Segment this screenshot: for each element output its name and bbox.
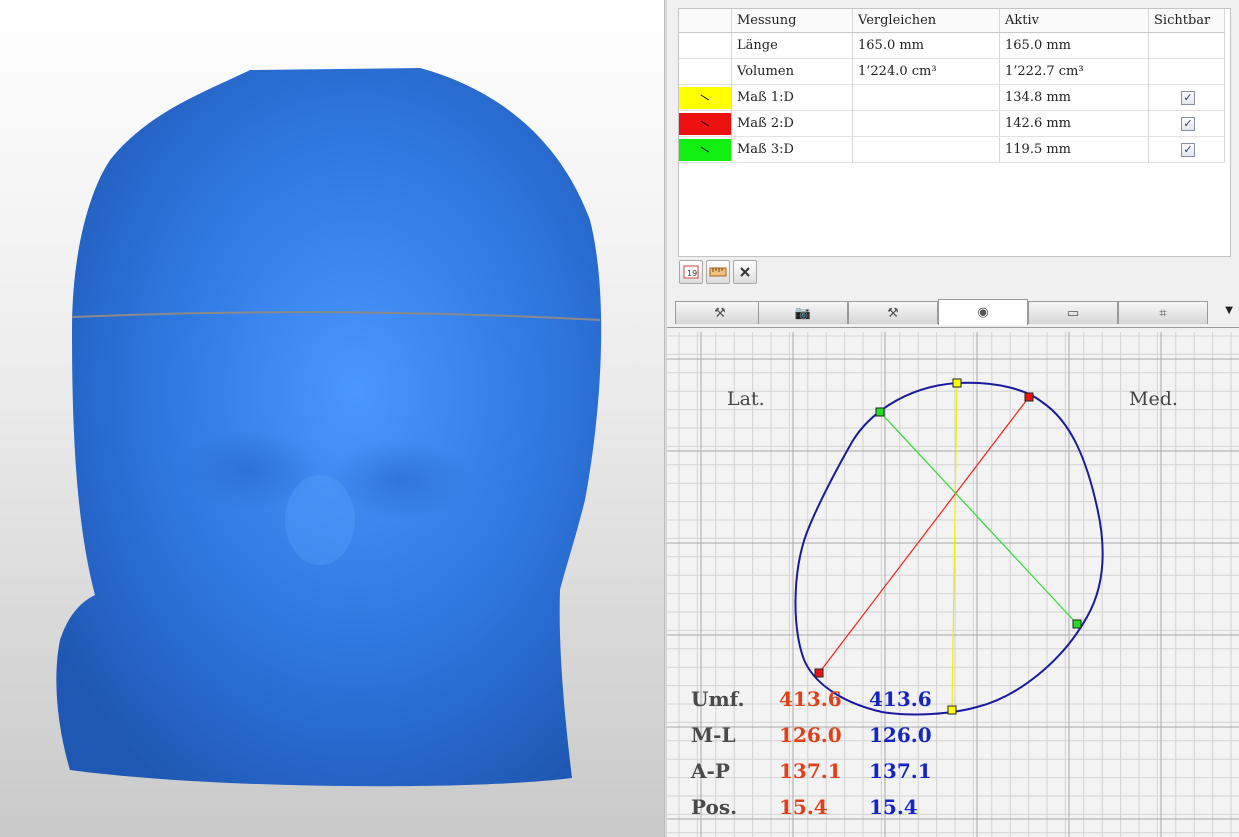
measure-handle[interactable] [814,668,824,678]
line-glyph-icon: \ [699,143,711,156]
visible-checkbox[interactable]: ✓ [1181,90,1195,105]
visible-checkbox[interactable]: ✓ [1181,116,1195,131]
cell-name: Maß 2:D [731,110,853,137]
tool-tab-bar: ⚒ 📷 ⚒ ◉ ▭ ⌗ ▼ [667,297,1239,328]
cell-active: 142.6 mm [999,110,1149,137]
right-panel: Messung Vergleichen Aktiv Sichtbar Länge… [667,0,1239,837]
ruler-icon[interactable] [706,260,730,284]
measure-handle[interactable] [1024,392,1034,402]
cell-visible: ✓ [1148,84,1225,111]
table-header-row: Messung Vergleichen Aktiv Sichtbar [679,9,1225,33]
line-glyph-icon: \ [699,117,711,130]
label-medial: Med. [1129,388,1178,410]
measurement-compare-value: 126.0 [779,723,842,747]
cross-section-view[interactable]: Lat. Med. Umf. 413.6 413.6 M-L 126.0 126.0 A-P… [667,332,1239,837]
visible-checkbox[interactable]: ✓ [1181,142,1195,157]
measurement-active-value: 137.1 [869,759,932,783]
line-glyph-icon: \ [699,91,711,104]
col-color[interactable] [679,9,732,33]
label-lateral: Lat. [727,388,765,410]
table-row[interactable]: Länge 165.0 mm 165.0 mm [679,32,1225,59]
measurement-toolbar: 19 [679,260,757,284]
cell-color: \ [679,136,732,163]
tab-cylinder[interactable]: ◉ [938,299,1028,325]
measurement-row: M-L 126.0 126.0 [691,720,959,750]
measurement-row: Umf. 413.6 413.6 [691,684,959,714]
tab-tools[interactable]: ⚒ [675,301,765,324]
measurement-label: A-P [691,759,730,783]
measurement-label: Pos. [691,795,738,819]
head-surface [56,68,602,787]
table-row[interactable]: \ Maß 2:D 142.6 mm ✓ [679,110,1225,137]
cell-compare [852,110,1000,137]
cell-active: 1’222.7 cm³ [999,58,1149,85]
cell-compare [852,136,1000,163]
measure-handle[interactable] [1072,619,1082,629]
measure-handle[interactable] [952,378,962,388]
measurement-label: Umf. [691,687,745,711]
tools-icon: ⚒ [714,305,726,321]
delete-icon[interactable] [733,260,757,284]
svg-text:19: 19 [687,269,697,278]
nose-highlight [285,475,355,565]
section-contour[interactable] [794,381,1104,716]
cell-compare: 165.0 mm [852,32,1000,59]
color-swatch[interactable]: \ [679,138,731,161]
tab-tree[interactable]: ⌗ [1118,301,1208,324]
cell-active: 165.0 mm [999,32,1149,59]
measure-icon[interactable]: 19 [679,260,703,284]
measurement-label: M-L [691,723,736,747]
tab-menu-arrow-icon[interactable]: ▼ [1225,305,1233,316]
cylinder-icon: ◉ [977,305,989,320]
tab-note[interactable]: ▭ [1028,301,1118,324]
camera-icon: 📷 [794,305,812,321]
3d-viewport[interactable] [0,0,664,837]
measurement-row: Pos. 15.4 15.4 [691,792,959,822]
measurement-active-value: 413.6 [869,687,932,711]
color-swatch[interactable]: \ [679,86,731,109]
measurement-active-value: 126.0 [869,723,932,747]
cell-name: Länge [731,32,853,59]
measurement-row: A-P 137.1 137.1 [691,756,959,786]
cell-name: Maß 3:D [731,136,853,163]
head-model[interactable] [0,0,664,837]
measurements-table: Messung Vergleichen Aktiv Sichtbar Länge… [678,8,1231,257]
measurement-compare-value: 413.6 [779,687,842,711]
table-row[interactable]: Volumen 1’224.0 cm³ 1’222.7 cm³ [679,58,1225,85]
cell-active: 134.8 mm [999,84,1149,111]
cell-color: \ [679,110,732,137]
tree-icon: ⌗ [1159,305,1167,321]
cell-color [679,58,732,85]
hammer-icon: ⚒ [887,305,899,321]
cell-visible [1148,58,1225,85]
cell-color [679,32,732,59]
cell-compare: 1’224.0 cm³ [852,58,1000,85]
col-messung[interactable]: Messung [731,9,853,33]
cell-visible [1148,32,1225,59]
color-swatch[interactable]: \ [679,112,731,135]
table-row[interactable]: \ Maß 1:D 134.8 mm ✓ [679,84,1225,111]
tab-camera[interactable]: 📷 [758,301,848,324]
table-row[interactable]: \ Maß 3:D 119.5 mm ✓ [679,136,1225,163]
cell-active: 119.5 mm [999,136,1149,163]
cell-visible: ✓ [1148,136,1225,163]
col-aktiv[interactable]: Aktiv [999,9,1149,33]
measurement-compare-value: 15.4 [779,795,828,819]
cell-visible: ✓ [1148,110,1225,137]
col-sichtbar[interactable]: Sichtbar [1148,9,1225,33]
cell-compare [852,84,1000,111]
col-vergleichen[interactable]: Vergleichen [852,9,1000,33]
measurement-compare-value: 137.1 [779,759,842,783]
measure-handle[interactable] [875,407,885,417]
tab-hammer[interactable]: ⚒ [848,301,938,324]
cell-color: \ [679,84,732,111]
cell-name: Volumen [731,58,853,85]
table-row-empty [679,163,1225,189]
measurement-active-value: 15.4 [869,795,918,819]
measure-line-red[interactable] [818,396,1030,674]
cell-name: Maß 1:D [731,84,853,111]
note-icon: ▭ [1066,305,1080,321]
